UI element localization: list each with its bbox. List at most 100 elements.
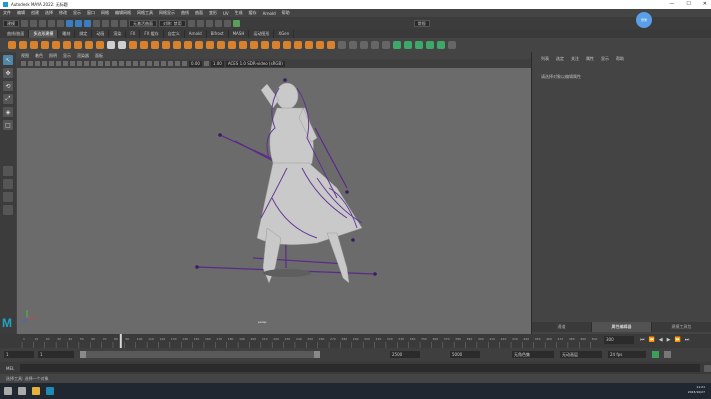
- poly-cube-icon[interactable]: [19, 41, 27, 49]
- use-all-lights-icon[interactable]: [126, 61, 131, 66]
- step-forward-icon[interactable]: ⏩: [674, 337, 680, 343]
- tab-channel-box[interactable]: 通道: [532, 322, 592, 332]
- new-scene-icon[interactable]: [21, 19, 28, 27]
- menu-display[interactable]: 显示: [73, 10, 81, 16]
- isolate-select-icon[interactable]: [161, 61, 166, 66]
- quadrangulate-icon[interactable]: [327, 41, 335, 49]
- xray-components-icon[interactable]: [182, 61, 187, 66]
- universal-manipulator-icon[interactable]: ◈: [3, 107, 13, 117]
- tab-modeling-toolkit[interactable]: 建模工具包: [652, 322, 711, 332]
- wireframe-icon[interactable]: [98, 61, 103, 66]
- shelf-tab[interactable]: 动画: [92, 29, 110, 38]
- shelf-tab[interactable]: Bifrost: [207, 29, 229, 38]
- menu-create[interactable]: 创建: [31, 10, 39, 16]
- retopo-icon[interactable]: [349, 41, 357, 49]
- slide-icon[interactable]: [360, 41, 368, 49]
- time-slider[interactable]: 1 10 20 30 40 50 60 70 80 90 100 110 120 130 140 150 160…: [0, 334, 711, 348]
- rotate-tool-icon[interactable]: ⟲: [3, 81, 13, 91]
- exposure-field[interactable]: 0.00: [189, 60, 202, 67]
- snap-view-plane-icon[interactable]: [120, 19, 127, 27]
- panel-menu-shading[interactable]: 着色: [35, 53, 43, 59]
- last-tool-icon[interactable]: □: [3, 120, 13, 130]
- redo-icon[interactable]: [57, 19, 64, 27]
- safe-title-icon[interactable]: [91, 61, 96, 66]
- outliner-layout-icon[interactable]: [3, 205, 13, 215]
- maya-taskbar-icon[interactable]: [46, 387, 54, 395]
- append-icon[interactable]: [228, 41, 236, 49]
- single-pane-layout-icon[interactable]: [3, 166, 13, 176]
- select-component-icon[interactable]: [84, 19, 91, 27]
- textured-icon[interactable]: [119, 61, 124, 66]
- four-pane-layout-icon[interactable]: [3, 179, 13, 189]
- ambient-occlusion-icon[interactable]: [140, 61, 145, 66]
- side-by-side-layout-icon[interactable]: [3, 192, 13, 202]
- panel-menu-view[interactable]: 视图: [21, 53, 29, 59]
- save-scene-icon[interactable]: [39, 19, 46, 27]
- menu-curves[interactable]: 曲线: [181, 10, 189, 16]
- menu-select[interactable]: 选择: [45, 10, 53, 16]
- start-time-field[interactable]: 1: [4, 351, 34, 358]
- svg-icon[interactable]: [151, 41, 159, 49]
- close-button[interactable]: ✕: [703, 1, 707, 7]
- render-settings-icon[interactable]: [214, 19, 222, 27]
- shelf-tab[interactable]: FX 缓存: [140, 29, 164, 38]
- go-to-start-icon[interactable]: ⏮: [640, 337, 645, 343]
- menu-mesh[interactable]: 网格: [101, 10, 109, 16]
- attr-menu-show[interactable]: 显示: [601, 56, 609, 62]
- render-frame-icon[interactable]: [196, 19, 204, 27]
- shelf-tab[interactable]: 运动图形: [249, 29, 275, 38]
- shelf-tab[interactable]: XGen: [274, 29, 295, 38]
- field-chart-icon[interactable]: [77, 61, 82, 66]
- uv-editor-icon[interactable]: [437, 41, 445, 49]
- workspace-dropdown[interactable]: 常规: [413, 19, 430, 27]
- minimize-button[interactable]: —: [669, 1, 674, 7]
- user-account-button[interactable]: 登录: [636, 12, 652, 28]
- render-view-icon[interactable]: [187, 19, 195, 27]
- search-icon[interactable]: [18, 387, 26, 395]
- mode-dropdown[interactable]: 建模: [3, 19, 19, 27]
- merge-icon[interactable]: [305, 41, 313, 49]
- maximize-button[interactable]: ☐: [686, 1, 690, 7]
- target-weld-icon[interactable]: [250, 41, 258, 49]
- move-tool-icon[interactable]: ✥: [3, 68, 13, 78]
- undo-icon[interactable]: [48, 19, 55, 27]
- reduce-icon[interactable]: [338, 41, 346, 49]
- attr-menu-help[interactable]: 帮助: [616, 56, 624, 62]
- triangulate-icon[interactable]: [316, 41, 324, 49]
- poly-plane-icon[interactable]: [63, 41, 71, 49]
- go-to-end-icon[interactable]: ⏭: [685, 337, 690, 343]
- select-tool-icon[interactable]: ↖: [3, 55, 13, 65]
- range-end-handle[interactable]: [314, 351, 320, 358]
- xray-icon[interactable]: [168, 61, 173, 66]
- xray-joints-icon[interactable]: [175, 61, 180, 66]
- extrude-icon[interactable]: [184, 41, 192, 49]
- current-frame-field[interactable]: 300: [604, 336, 634, 344]
- bridge-icon[interactable]: [195, 41, 203, 49]
- platonic-icon[interactable]: [85, 41, 93, 49]
- panel-menu-panels[interactable]: 面板: [95, 53, 103, 59]
- playback-end-field[interactable]: 2500: [390, 351, 420, 358]
- colorspace-dropdown[interactable]: ACES 1.0 SDR-video (sRGB): [225, 60, 285, 67]
- panel-menu-renderer[interactable]: 渲染器: [77, 53, 89, 59]
- menu-modify[interactable]: 修改: [59, 10, 67, 16]
- tab-attribute-editor[interactable]: 属性编辑器: [592, 322, 652, 332]
- shelf-tab-active[interactable]: 多边形建模: [29, 29, 59, 38]
- image-plane-icon[interactable]: [42, 61, 47, 66]
- fps-dropdown[interactable]: 24 fps: [608, 351, 646, 358]
- camera-select-icon[interactable]: [21, 61, 26, 66]
- menu-uv[interactable]: UV: [223, 11, 229, 16]
- fill-hole-icon[interactable]: [217, 41, 225, 49]
- shadows-icon[interactable]: [133, 61, 138, 66]
- shelf-tab[interactable]: 雕刻: [58, 29, 76, 38]
- auto-uv-icon[interactable]: [404, 41, 412, 49]
- offset-loop-icon[interactable]: [283, 41, 291, 49]
- mirror-icon[interactable]: [173, 41, 181, 49]
- unfold-uv-icon[interactable]: [415, 41, 423, 49]
- menu-surfaces[interactable]: 曲面: [195, 10, 203, 16]
- select-hierarchy-icon[interactable]: [66, 19, 73, 27]
- ipr-render-icon[interactable]: [205, 19, 213, 27]
- poly-disc-icon[interactable]: [74, 41, 82, 49]
- menu-cache[interactable]: 缓存: [249, 10, 257, 16]
- menu-edit[interactable]: 编辑: [17, 10, 25, 16]
- super-shape-icon[interactable]: [96, 41, 104, 49]
